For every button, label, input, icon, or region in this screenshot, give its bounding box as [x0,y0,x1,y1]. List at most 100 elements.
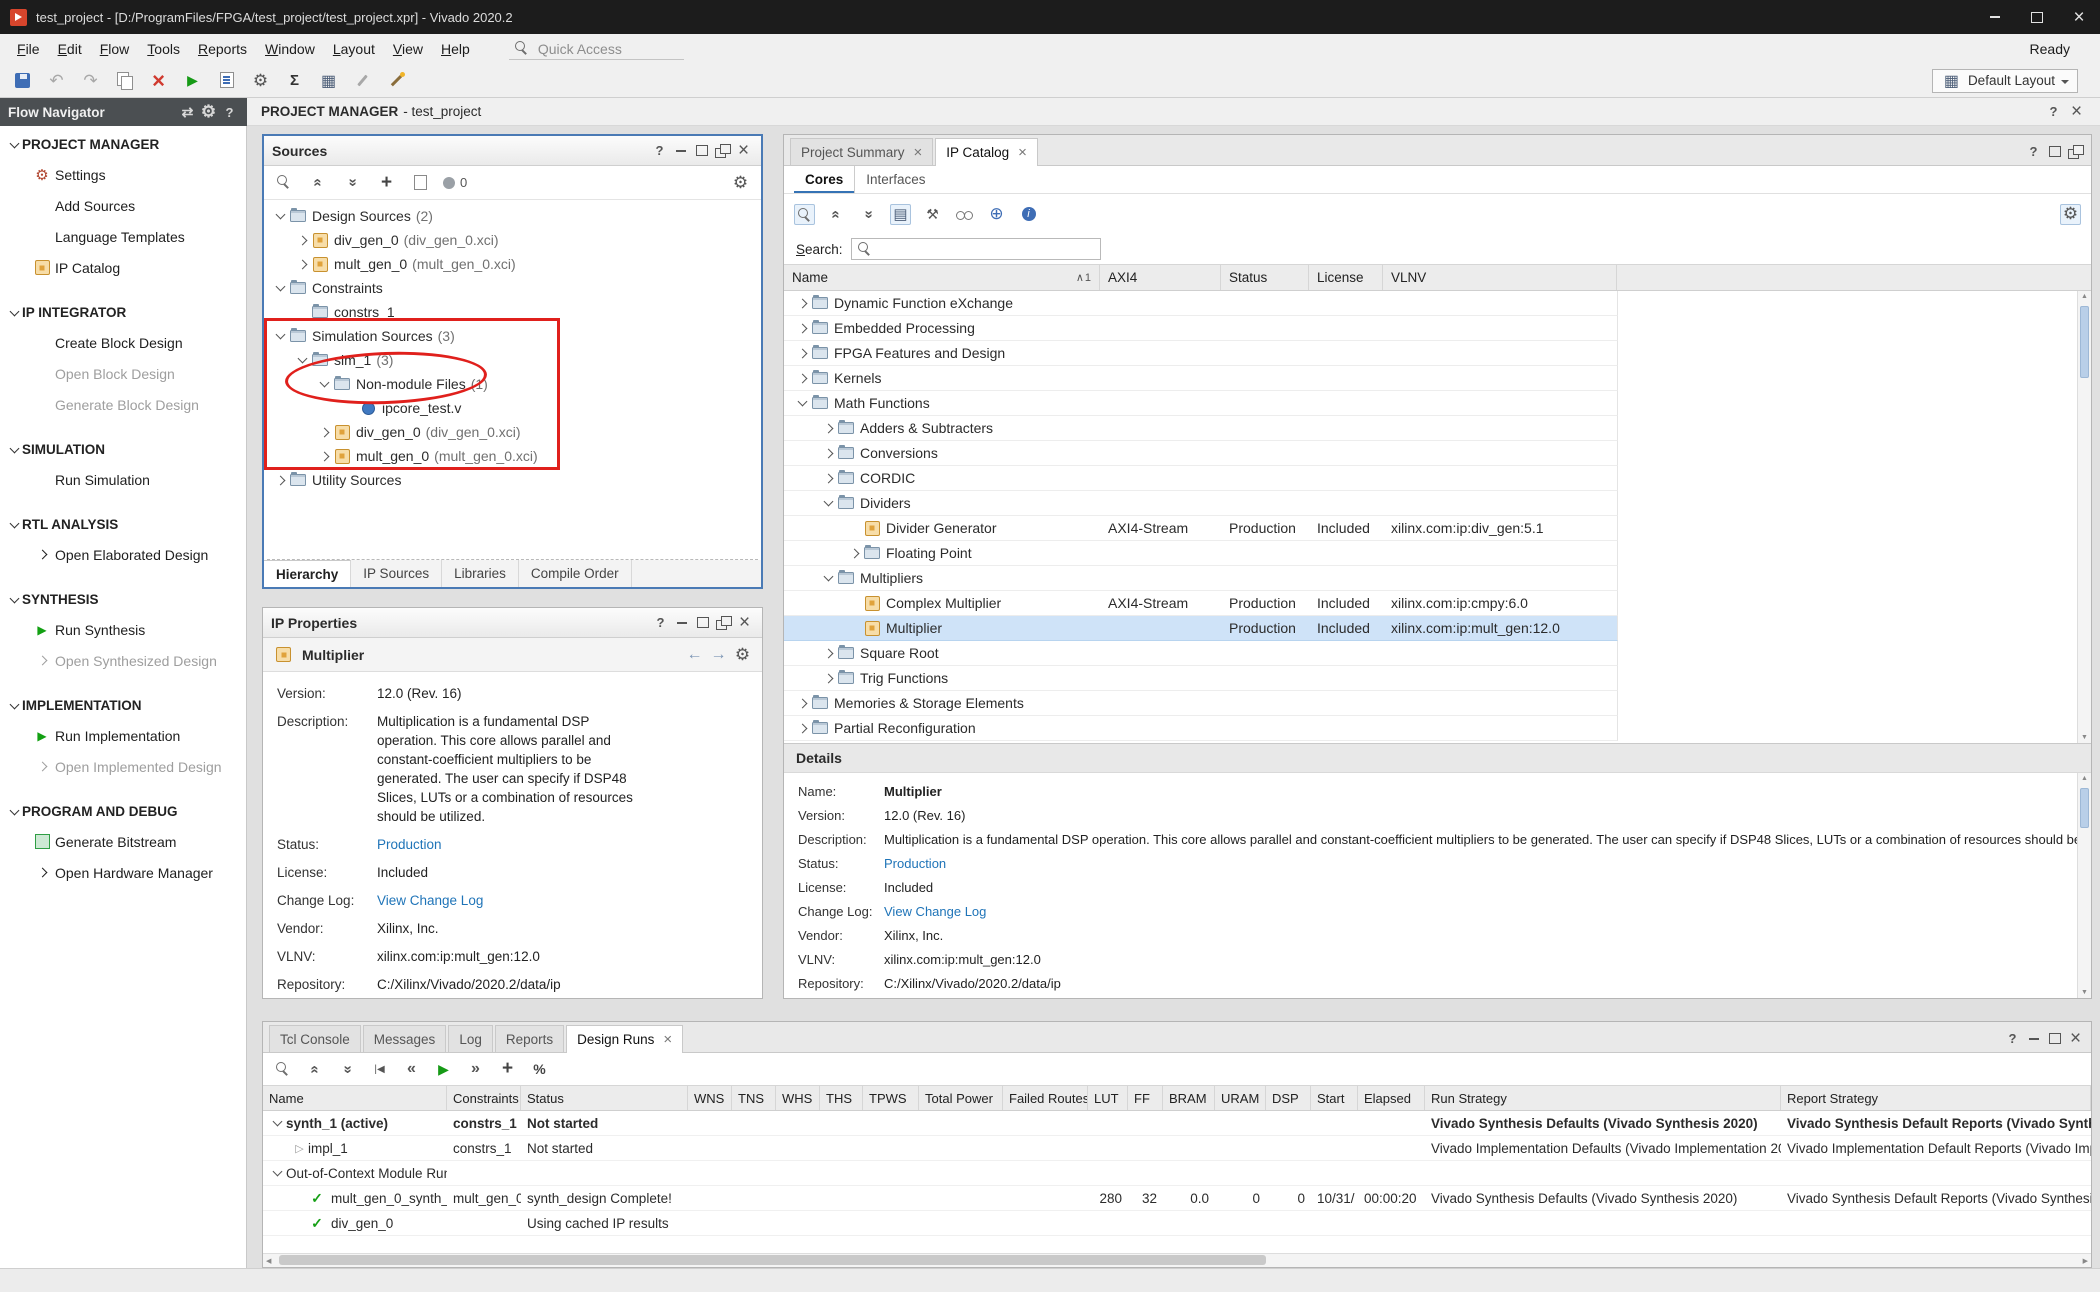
add-icon[interactable] [376,172,397,193]
catalog-subtab[interactable]: Interfaces [854,166,936,193]
catalog-row[interactable]: Trig Functions [784,666,1618,691]
sources-tab[interactable]: Compile Order [519,560,632,587]
expander-icon[interactable] [294,232,311,249]
maximize-icon[interactable] [2045,142,2064,161]
design-run-row[interactable]: div_gen_0 Using cached IP results [263,1211,2091,1236]
help-icon[interactable] [650,141,669,160]
maximize-icon[interactable] [692,141,711,160]
group-icon[interactable] [890,204,911,225]
tree-row[interactable]: ipcore_test.v [264,396,761,420]
help-icon[interactable] [2044,102,2063,121]
flow-navigator-item[interactable]: Run Simulation [0,464,246,495]
expander-icon[interactable] [294,256,311,273]
catalog-row[interactable]: Dynamic Function eXchange [784,291,1618,316]
forward-icon[interactable] [709,645,728,664]
flow-navigator-item[interactable]: Open Hardware Manager [0,857,246,888]
run-icon[interactable] [182,70,203,91]
flow-navigator-item[interactable]: Open Synthesized Design [0,645,246,676]
expander-icon[interactable] [342,400,359,417]
flow-navigator-item[interactable]: Run Implementation [0,720,246,751]
catalog-row[interactable]: Multiplier Production Included xilinx.co… [784,616,1618,641]
flow-navigator-item[interactable]: Create Block Design [0,327,246,358]
flow-navigator-item[interactable]: PROJECT MANAGER [0,130,246,159]
catalog-row[interactable]: Embedded Processing [784,316,1618,341]
sum-icon[interactable] [284,70,305,91]
catalog-search-input[interactable] [851,238,1101,260]
expand-all-icon[interactable] [858,204,879,225]
expand-all-icon[interactable] [337,1059,358,1080]
section-collapse-icon[interactable] [6,704,22,708]
collapse-all-icon[interactable] [826,204,847,225]
design-run-row[interactable]: Out-of-Context Module Runs [263,1161,2091,1186]
catalog-row[interactable]: Dividers [784,491,1618,516]
column-header[interactable]: TPWS [863,1086,919,1110]
catalog-row[interactable]: FPGA Features and Design [784,341,1618,366]
tree-row[interactable]: Simulation Sources (3) [264,324,761,348]
column-header[interactable]: Status [1221,265,1309,290]
expander-icon[interactable] [794,395,811,412]
expander-icon[interactable] [846,545,863,562]
flow-navigator-item[interactable]: SYNTHESIS [0,585,246,614]
scrollbar-thumb[interactable] [279,1255,1266,1265]
catalog-row[interactable]: Partial Reconfiguration [784,716,1618,741]
expander-icon[interactable] [294,304,311,321]
flow-navigator-item[interactable]: Settings [0,159,246,190]
help-icon[interactable] [651,613,670,632]
minimize-icon[interactable] [671,141,690,160]
copy-icon[interactable] [114,70,135,91]
expander-icon[interactable] [294,352,311,369]
wrench-icon[interactable] [922,204,943,225]
expander-icon[interactable] [820,670,837,687]
column-header[interactable]: WHS [776,1086,820,1110]
search-icon[interactable] [273,1059,294,1080]
minimize-icon[interactable] [672,613,691,632]
catalog-row[interactable]: Square Root [784,641,1618,666]
expander-icon[interactable] [794,320,811,337]
column-header[interactable]: Name 1 [784,265,1100,290]
section-collapse-icon[interactable] [6,311,22,315]
close-icon[interactable] [2066,1029,2085,1048]
expander-icon[interactable] [316,424,333,441]
tree-row[interactable]: mult_gen_0 (mult_gen_0.xci) [264,444,761,468]
console-tab[interactable]: Reports [495,1025,564,1052]
catalog-row[interactable]: Divider Generator AXI4-Stream Production… [784,516,1618,541]
column-header[interactable]: BRAM [1163,1086,1215,1110]
menu-item[interactable]: Edit [49,37,91,61]
section-collapse-icon[interactable] [6,810,22,814]
tree-row[interactable]: mult_gen_0 (mult_gen_0.xci) [264,252,761,276]
quick-access-search[interactable]: Quick Access [509,38,684,60]
sources-tab[interactable]: IP Sources [351,560,442,587]
float-icon[interactable] [714,613,733,632]
expander-icon[interactable] [291,1190,308,1207]
search-icon[interactable] [794,204,815,225]
edit-icon[interactable] [352,70,373,91]
column-header[interactable]: Run Strategy [1425,1086,1781,1110]
expander-icon[interactable] [794,345,811,362]
link-icon[interactable] [954,204,975,225]
property-value[interactable]: View Change Log [377,891,635,910]
expander-icon[interactable] [291,1140,308,1157]
column-header[interactable]: License [1309,265,1383,290]
column-header[interactable]: TNS [732,1086,776,1110]
wand-icon[interactable] [386,70,407,91]
column-header[interactable]: AXI4 [1100,265,1221,290]
flow-navigator-item[interactable]: SIMULATION [0,435,246,464]
flow-navigator-item[interactable]: Language Templates [0,221,246,252]
tree-row[interactable]: Non-module Files (1) [264,372,761,396]
column-header[interactable]: DSP [1266,1086,1311,1110]
collapse-all-icon[interactable] [305,1059,326,1080]
go-to-start-icon[interactable] [369,1059,390,1080]
flow-navigator-item[interactable]: RTL ANALYSIS [0,510,246,539]
maximize-icon[interactable] [2016,0,2058,34]
catalog-row[interactable]: Math Functions [784,391,1618,416]
file-icon[interactable] [410,172,431,193]
flow-navigator-item[interactable]: Open Block Design [0,358,246,389]
expander-icon[interactable] [794,295,811,312]
play-icon[interactable] [433,1059,454,1080]
step-back-icon[interactable] [401,1059,422,1080]
catalog-row[interactable]: CORDIC [784,466,1618,491]
expander-icon[interactable] [272,208,289,225]
column-header[interactable]: Name [263,1086,447,1110]
menu-item[interactable]: View [384,37,432,61]
column-header[interactable]: FF [1128,1086,1163,1110]
